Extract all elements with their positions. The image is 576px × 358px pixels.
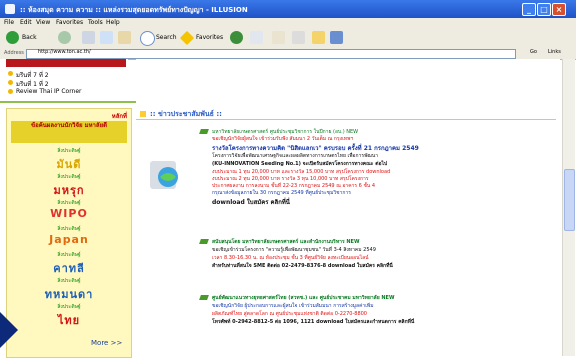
- news-line: ขอเชิญเข้าร่วมโครงการ "ความรู้เพื่อพัฒนา…: [212, 247, 376, 253]
- address-input[interactable]: [26, 49, 516, 59]
- news-line: โครงการวิจัยเพื่อพัฒนาเศรษฐกิจและผลผลิตท…: [212, 153, 379, 159]
- stop-icon[interactable]: [82, 31, 95, 44]
- pen-bullet-icon: [199, 129, 209, 134]
- category-title[interactable]: WIPO: [7, 207, 131, 220]
- pen-bullet-icon: [199, 239, 209, 244]
- category-item[interactable]: สิ่งประดิษฐ์ มหรุก: [7, 173, 131, 199]
- favorites-button[interactable]: Favorites: [196, 31, 223, 44]
- maximize-button[interactable]: □: [537, 3, 551, 16]
- toolbar: Back Search Favorites: [0, 28, 576, 49]
- news-top-line: [212, 74, 552, 80]
- minimize-button[interactable]: _: [522, 3, 536, 16]
- refresh-icon[interactable]: [100, 31, 113, 44]
- window-titlebar: :: ห้องสมุด ความ ความ :: แหล่งรวมสุดยอดท…: [0, 0, 576, 18]
- vertical-scrollbar[interactable]: [562, 59, 575, 356]
- panel-subheader: ข้อค้นผลงานนักวิจัย มหาลัยดี: [11, 121, 127, 143]
- category-label: สิ่งประดิษฐ์: [57, 174, 81, 180]
- arrow-icon: [0, 312, 18, 348]
- more-link[interactable]: More >>: [91, 339, 122, 347]
- search-icon[interactable]: [140, 31, 155, 46]
- messenger-icon[interactable]: [330, 31, 343, 44]
- window-title: :: ห้องสมุด ความ ความ :: แหล่งรวมสุดยอดท…: [20, 6, 248, 14]
- news-headline[interactable]: สนับสนุนโดย มหาวิทยาลัยเกษตรศาสตร์ และสำ…: [212, 238, 552, 246]
- news-top-line: [212, 59, 552, 65]
- news-download-link[interactable]: สำหรับท่านที่สนใจ SME ติดต่อ 02-2479-837…: [212, 262, 552, 270]
- category-label: สิ่งประดิษฐ์: [57, 278, 81, 284]
- news-line: (KU-INNOVATION Seeding No.1) จะเปิดรับสม…: [212, 161, 388, 167]
- mail-icon[interactable]: [272, 31, 285, 44]
- close-button[interactable]: ×: [552, 3, 566, 16]
- bullet-icon: [8, 80, 13, 85]
- menu-tools[interactable]: Tools: [88, 19, 103, 26]
- section-title: :: ข่าวประชาสัมพันธ์ ::: [150, 110, 222, 118]
- go-button[interactable]: Go: [530, 49, 537, 55]
- favorites-star-icon[interactable]: [179, 30, 195, 46]
- news-line: เวลา 8.30-16.30 น. ณ ห้องประชุม ชั้น 3 ท…: [212, 255, 369, 261]
- back-arrow-icon[interactable]: [6, 31, 19, 44]
- panel-header: หลักที่: [111, 113, 127, 120]
- menu-help[interactable]: Help: [106, 19, 120, 26]
- address-url[interactable]: http://www.ton.ac.th/: [38, 49, 91, 55]
- print-icon[interactable]: [292, 31, 305, 44]
- pen-bullet-icon: [199, 295, 209, 300]
- category-item[interactable]: สิ่งประดิษฐ์ Japan: [7, 225, 131, 246]
- menu-view[interactable]: View: [36, 19, 50, 26]
- category-item[interactable]: สิ่งประดิษฐ์ มันดี: [7, 147, 131, 173]
- news-line: ผลิตภัณฑ์ไทย สู่ตลาดโลก ณ ศูนย์ประชุมแห่…: [212, 311, 367, 317]
- category-item[interactable]: สิ่งประดิษฐ์ ทหมนดา: [7, 277, 131, 303]
- news-download-link[interactable]: download ใบสมัคร คลิกที่นี่: [212, 197, 552, 207]
- category-item[interactable]: สิ่งประดิษฐ์ ไทย: [7, 303, 131, 329]
- category-item[interactable]: สิ่งประดิษฐ์ คาทลี: [7, 251, 131, 277]
- scrollbar-thumb[interactable]: [564, 169, 575, 231]
- menu-favorites[interactable]: Favorites: [56, 19, 83, 26]
- folder-icon[interactable]: [312, 31, 325, 44]
- menu-edit[interactable]: Edit: [20, 19, 32, 26]
- category-label: สิ่งประดิษฐ์: [57, 304, 81, 310]
- category-label: สิ่งประดิษฐ์: [57, 148, 81, 154]
- top-links: มรีนที่ 7 ที่ 2 มรีนที่ 1 ที่ 2 Review T…: [0, 59, 128, 107]
- category-title[interactable]: ทหมนดา: [7, 285, 131, 303]
- menu-file[interactable]: File: [4, 19, 14, 26]
- bullet-icon: [8, 71, 13, 76]
- history-icon[interactable]: [250, 31, 263, 44]
- media-icon[interactable]: [230, 31, 243, 44]
- search-button[interactable]: Search: [156, 31, 177, 44]
- news-line: ขอเชิญนักวิจัยผู้สนใจ เข้าร่วมรับฟัง สัม…: [212, 136, 354, 142]
- section-bullet-icon: [140, 111, 146, 117]
- top-link-3[interactable]: Review Thai IP Corner: [16, 88, 82, 95]
- back-button[interactable]: Back: [22, 31, 37, 44]
- news-headline[interactable]: ศูนย์พัฒนาแนวทางยุทธศาสตร์ไทย (สวทช.) แล…: [212, 294, 552, 302]
- news-download-link[interactable]: โทรศัพท์ 0-2942-8812-5 ต่อ 1096, 1121 do…: [212, 318, 552, 326]
- news-line: ขอเชิญนักวิจัย ผู้ประกอบการและผู้สนใจ เข…: [212, 303, 374, 309]
- ie-icon: [5, 4, 15, 14]
- category-title[interactable]: มันดี: [7, 155, 131, 173]
- section-header: :: ข่าวประชาสัมพันธ์ ::: [136, 107, 556, 120]
- address-label: Address: [4, 50, 24, 56]
- category-panel: หลักที่ ข้อค้นผลงานนักวิจัย มหาลัยดี สิ่…: [6, 108, 132, 358]
- home-icon[interactable]: [118, 31, 131, 44]
- globe-folder-icon: [150, 161, 178, 189]
- forward-arrow-icon[interactable]: [58, 31, 71, 44]
- category-title[interactable]: Japan: [7, 233, 131, 246]
- category-title[interactable]: มหรุก: [7, 181, 131, 199]
- category-label: สิ่งประดิษฐ์: [57, 252, 81, 258]
- links-button[interactable]: Links: [548, 49, 561, 55]
- category-item[interactable]: สิ่งประดิษฐ์ WIPO: [7, 199, 131, 220]
- category-title[interactable]: ไทย: [7, 311, 131, 329]
- news-line: กรุณาส่งข้อมูลภายใน 30 กรกฎาคม 2549 ที่ศ…: [212, 190, 351, 196]
- news-top-line: [212, 67, 552, 73]
- category-label: สิ่งประดิษฐ์: [57, 200, 81, 206]
- bullet-icon: [8, 89, 13, 94]
- top-banner: [6, 59, 126, 67]
- category-label: สิ่งประดิษฐ์: [57, 226, 81, 232]
- main-content: :: ข่าวประชาสัมพันธ์ :: มหาวิทยาลัยเกษตร…: [136, 59, 560, 356]
- category-title[interactable]: คาทลี: [7, 259, 131, 277]
